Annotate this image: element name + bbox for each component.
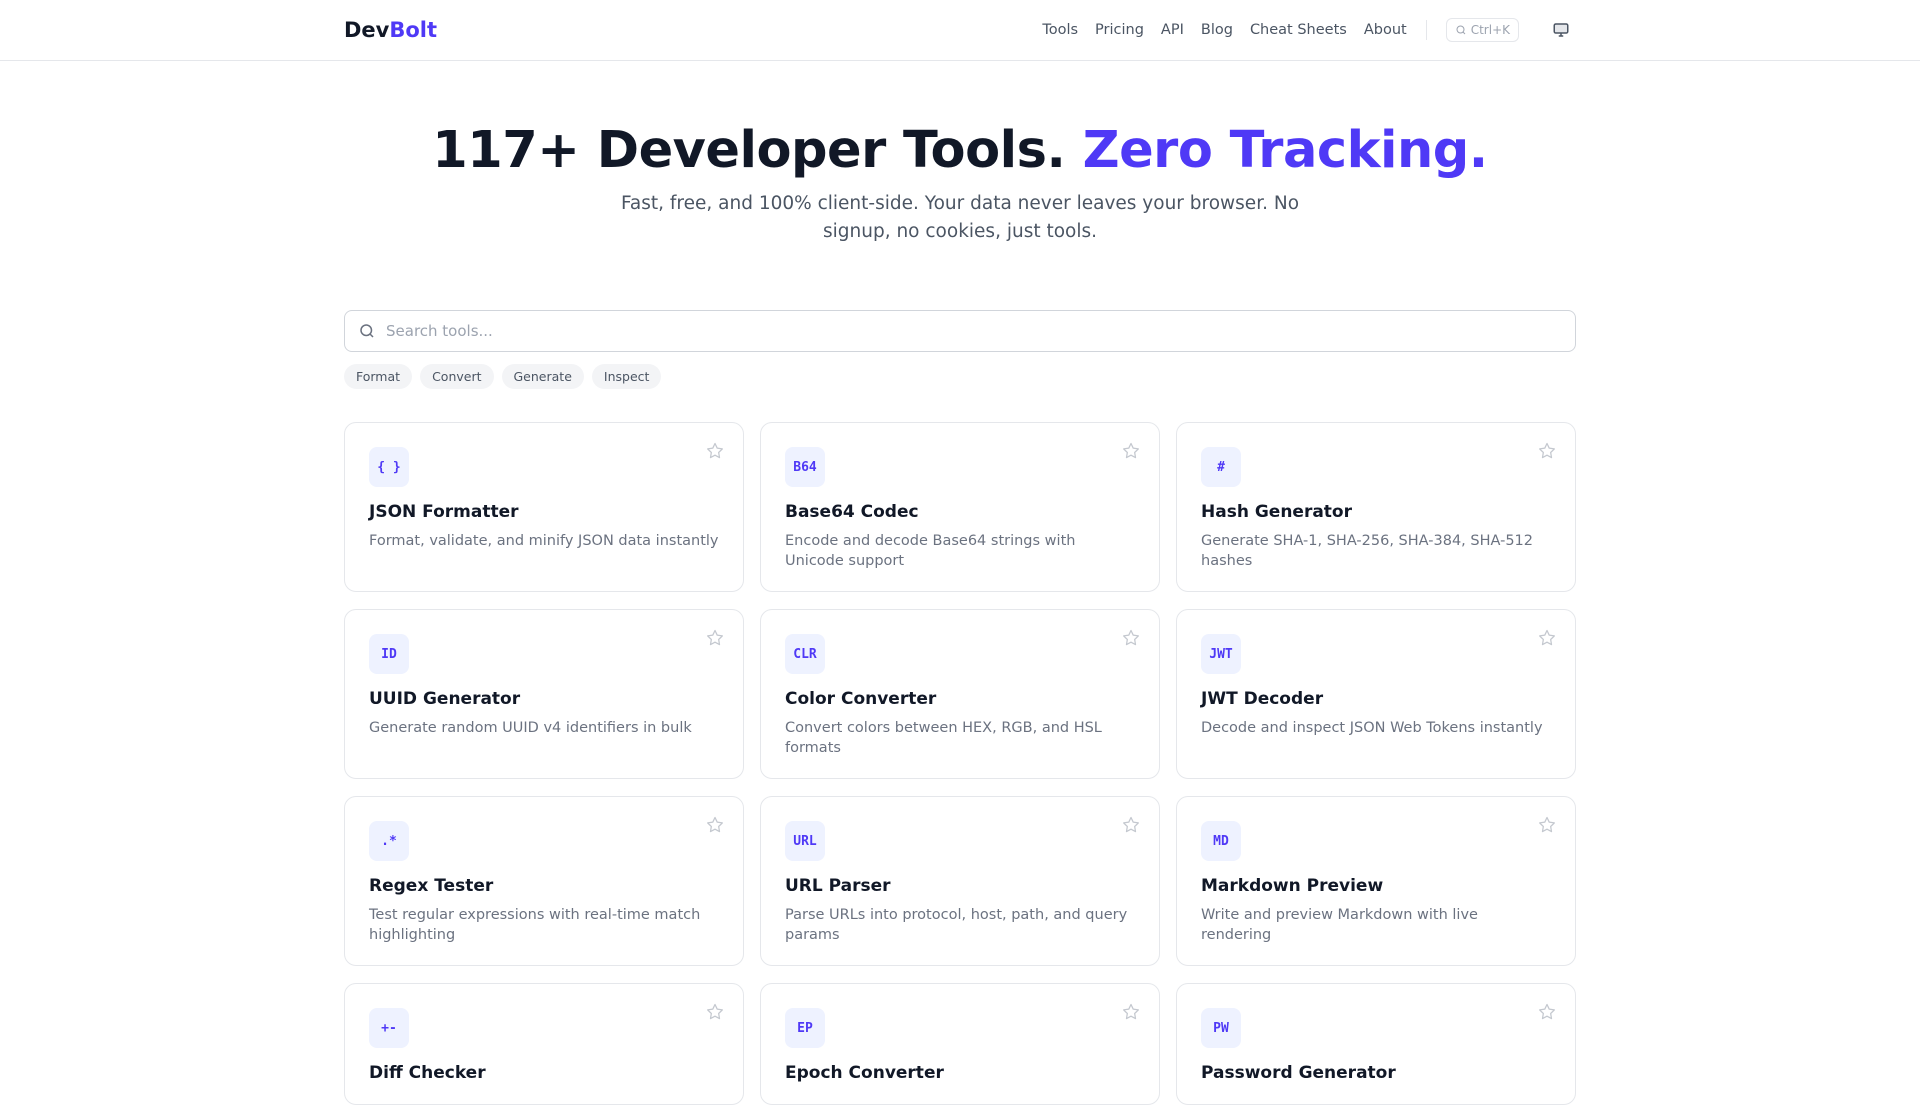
favorite-star-icon[interactable] xyxy=(1537,628,1557,648)
tool-card[interactable]: B64 Base64 Codec Encode and decode Base6… xyxy=(760,422,1160,592)
tool-card[interactable]: CLR Color Converter Convert colors betwe… xyxy=(760,609,1160,779)
tool-title: JWT Decoder xyxy=(1201,689,1324,709)
favorite-star-icon[interactable] xyxy=(1537,1002,1557,1022)
search-box[interactable] xyxy=(344,310,1576,352)
favorite-star-icon[interactable] xyxy=(1121,441,1141,461)
filter-convert[interactable]: Convert xyxy=(420,364,494,389)
tool-icon: # xyxy=(1201,447,1241,487)
divider xyxy=(1425,20,1427,40)
favorite-star-icon[interactable] xyxy=(1121,1002,1141,1022)
tool-card[interactable]: ID UUID Generator Generate random UUID v… xyxy=(344,609,744,779)
filter-chips: Format Convert Generate Inspect xyxy=(344,364,1576,389)
nav-pricing[interactable]: Pricing xyxy=(1095,22,1144,38)
tool-description: Encode and decode Base64 strings with Un… xyxy=(785,533,1076,569)
nav-about[interactable]: About xyxy=(1364,22,1407,38)
tool-description: Write and preview Markdown with live ren… xyxy=(1201,907,1478,943)
tool-card[interactable]: PW Password Generator xyxy=(1176,983,1576,1105)
favorite-star-icon[interactable] xyxy=(1121,815,1141,835)
tool-icon: ID xyxy=(369,634,409,674)
theme-toggle-button[interactable] xyxy=(1552,21,1570,39)
tool-card[interactable]: .* Regex Tester Test regular expressions… xyxy=(344,796,744,966)
logo[interactable]: DevBolt xyxy=(344,18,437,42)
tool-icon: CLR xyxy=(785,634,825,674)
tool-card[interactable]: +- Diff Checker xyxy=(344,983,744,1105)
tool-title: Regex Tester xyxy=(369,876,494,896)
tool-title: Hash Generator xyxy=(1201,502,1352,522)
nav-tools[interactable]: Tools xyxy=(1042,22,1078,38)
tool-description: Parse URLs into protocol, host, path, an… xyxy=(785,907,1128,943)
favorite-star-icon[interactable] xyxy=(705,1002,725,1022)
hero-title-accent: Zero Tracking. xyxy=(1082,121,1489,180)
tool-grid: { } JSON Formatter Format, validate, and… xyxy=(344,422,1576,1105)
tool-title: JSON Formatter xyxy=(369,502,519,522)
favorite-star-icon[interactable] xyxy=(705,815,725,835)
tool-description: Generate SHA-1, SHA-256, SHA-384, SHA-51… xyxy=(1201,533,1533,569)
tool-title: Diff Checker xyxy=(369,1063,486,1083)
filter-generate[interactable]: Generate xyxy=(501,364,584,389)
nav-api[interactable]: API xyxy=(1161,22,1184,38)
tool-title: Base64 Codec xyxy=(785,502,919,522)
nav-blog[interactable]: Blog xyxy=(1201,22,1233,38)
tool-icon: MD xyxy=(1201,821,1241,861)
tool-title: Password Generator xyxy=(1201,1063,1396,1083)
logo-dev: Dev xyxy=(344,18,390,42)
tool-title: UUID Generator xyxy=(369,689,521,709)
hero-title: 117+ Developer Tools. Zero Tracking. xyxy=(344,125,1576,176)
filter-inspect[interactable]: Inspect xyxy=(591,364,662,389)
favorite-star-icon[interactable] xyxy=(705,441,725,461)
favorite-star-icon[interactable] xyxy=(1121,628,1141,648)
tool-icon: JWT xyxy=(1201,634,1241,674)
tool-card[interactable]: MD Markdown Preview Write and preview Ma… xyxy=(1176,796,1576,966)
tool-icon: EP xyxy=(785,1008,825,1048)
tool-icon: { } xyxy=(369,447,409,487)
tool-title: Epoch Converter xyxy=(785,1063,944,1083)
tool-card[interactable]: # Hash Generator Generate SHA-1, SHA-256… xyxy=(1176,422,1576,592)
nav-links: Tools Pricing API Blog Cheat Sheets Abou… xyxy=(1042,18,1576,42)
tool-description: Generate random UUID v4 identifiers in b… xyxy=(369,720,692,736)
tool-card[interactable]: { } JSON Formatter Format, validate, and… xyxy=(344,422,744,592)
search-input[interactable] xyxy=(386,322,1575,340)
tool-description: Test regular expressions with real-time … xyxy=(369,907,701,943)
tool-icon: B64 xyxy=(785,447,825,487)
tool-card[interactable]: JWT JWT Decoder Decode and inspect JSON … xyxy=(1176,609,1576,779)
search-icon xyxy=(1456,25,1466,35)
tool-title: Color Converter xyxy=(785,689,937,709)
tool-icon: +- xyxy=(369,1008,409,1048)
nav-cheat-sheets[interactable]: Cheat Sheets xyxy=(1250,22,1347,38)
hero: 117+ Developer Tools. Zero Tracking. Fas… xyxy=(344,61,1576,246)
favorite-star-icon[interactable] xyxy=(705,628,725,648)
hero-title-main: 117+ Developer Tools. xyxy=(432,121,1066,180)
tool-card[interactable]: EP Epoch Converter xyxy=(760,983,1160,1105)
tool-title: URL Parser xyxy=(785,876,891,896)
tool-icon: .* xyxy=(369,821,409,861)
tool-title: Markdown Preview xyxy=(1201,876,1384,896)
tool-description: Decode and inspect JSON Web Tokens insta… xyxy=(1201,720,1543,736)
tool-description: Convert colors between HEX, RGB, and HSL… xyxy=(785,720,1102,756)
tool-icon: PW xyxy=(1201,1008,1241,1048)
monitor-icon xyxy=(1553,23,1569,37)
logo-bolt: Bolt xyxy=(389,18,438,42)
search-icon xyxy=(360,324,374,338)
tool-icon: URL xyxy=(785,821,825,861)
tool-description: Format, validate, and minify JSON data i… xyxy=(369,533,719,549)
tool-card[interactable]: URL URL Parser Parse URLs into protocol,… xyxy=(760,796,1160,966)
shortcut-label: Ctrl+K xyxy=(1470,23,1510,37)
hero-subtitle: Fast, free, and 100% client-side. Your d… xyxy=(620,193,1300,242)
favorite-star-icon[interactable] xyxy=(1537,441,1557,461)
top-nav: DevBolt Tools Pricing API Blog Cheat She… xyxy=(0,0,1920,61)
favorite-star-icon[interactable] xyxy=(1537,815,1557,835)
filter-format[interactable]: Format xyxy=(344,364,413,389)
command-palette-button[interactable]: Ctrl+K xyxy=(1445,18,1519,42)
